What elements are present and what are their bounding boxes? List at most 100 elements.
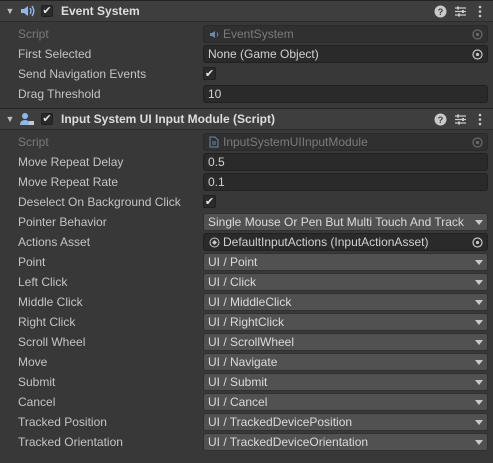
chevron-down-icon[interactable]: ▼ [4,6,16,16]
action-value: UI / RightClick [208,315,285,329]
action-value: UI / Navigate [208,355,278,369]
script-field: EventSystem [203,25,488,43]
drag-threshold-value: 10 [208,87,222,101]
action-dropdown[interactable]: UI / Cancel [203,393,488,411]
module-script-field: InputSystemUIInputModule [203,133,488,151]
action-label: Submit [18,375,56,389]
event-system-title: Event System [61,4,140,18]
action-dropdown[interactable]: UI / ScrollWheel [203,333,488,351]
event-system-header[interactable]: ▼ ✔ Event System ? [0,0,493,22]
drag-threshold-input[interactable]: 10 [203,85,488,103]
chevron-down-icon [474,397,484,407]
action-dropdown[interactable]: UI / MiddleClick [203,293,488,311]
first-selected-label: First Selected [18,47,92,61]
pointer-behavior-label: Pointer Behavior [18,215,107,229]
action-dropdown[interactable]: UI / RightClick [203,313,488,331]
object-picker-icon[interactable] [471,236,483,248]
chevron-down-icon [474,337,484,347]
actions-asset-label: Actions Asset [18,235,91,249]
action-value: UI / Cancel [208,395,268,409]
drag-threshold-label: Drag Threshold [18,87,101,101]
deselect-background-row: Deselect On Background Click ✔ [0,192,493,212]
action-label: Cancel [18,395,56,409]
action-row: Middle Click UI / MiddleClick [0,292,493,312]
action-row: Point UI / Point [0,252,493,272]
action-row: Move UI / Navigate [0,352,493,372]
action-label: Tracked Orientation [18,435,123,449]
first-selected-field[interactable]: None (Game Object) [203,45,488,63]
module-script-label: Script [18,135,49,149]
move-repeat-rate-row: Move Repeat Rate 0.1 [0,172,493,192]
chevron-down-icon [474,297,484,307]
deselect-background-label: Deselect On Background Click [18,195,181,209]
input-module-header[interactable]: ▼ ✔ Input System UI Input Module (Script… [0,108,493,130]
script-icon [208,28,220,40]
action-label: Point [18,255,46,269]
pointer-behavior-value: Single Mouse Or Pen But Multi Touch And … [208,215,464,229]
action-value: UI / TrackedDevicePosition [208,415,353,429]
send-navigation-label: Send Navigation Events [18,67,147,81]
help-icon[interactable]: ? [433,3,447,19]
object-picker-icon[interactable] [471,48,483,60]
presets-icon[interactable] [453,3,467,19]
pointer-behavior-row: Pointer Behavior Single Mouse Or Pen But… [0,212,493,232]
action-dropdown[interactable]: UI / TrackedDevicePosition [203,413,488,431]
script-value: EventSystem [223,27,294,41]
action-row: Left Click UI / Click [0,272,493,292]
action-value: UI / Submit [208,375,268,389]
chevron-down-icon [474,257,484,267]
action-dropdown[interactable]: UI / Submit [203,373,488,391]
chevron-down-icon [474,317,484,327]
action-dropdown[interactable]: UI / Point [203,253,488,271]
action-dropdown[interactable]: UI / Click [203,273,488,291]
move-repeat-delay-row: Move Repeat Delay 0.5 [0,152,493,172]
chevron-down-icon [474,357,484,367]
script-file-icon [208,136,220,148]
kebab-menu-icon[interactable] [473,111,487,127]
action-label: Tracked Position [18,415,107,429]
actions-asset-row: Actions Asset DefaultInputActions (Input… [0,232,493,252]
chevron-down-icon [474,277,484,287]
move-repeat-rate-value: 0.1 [208,175,225,189]
object-picker-icon [471,28,483,40]
send-navigation-checkbox[interactable]: ✔ [203,67,216,80]
chevron-down-icon [474,217,484,227]
presets-icon[interactable] [453,111,467,127]
action-dropdown[interactable]: UI / TrackedDeviceOrientation [203,433,488,451]
action-row: Scroll Wheel UI / ScrollWheel [0,332,493,352]
action-label: Move [18,355,48,369]
pointer-behavior-dropdown[interactable]: Single Mouse Or Pen But Multi Touch And … [203,213,488,231]
drag-threshold-row: Drag Threshold 10 [0,84,493,104]
send-navigation-row: Send Navigation Events ✔ [0,64,493,84]
object-picker-icon [471,136,483,148]
action-value: UI / ScrollWheel [208,335,295,349]
svg-text:?: ? [437,115,443,125]
action-dropdown[interactable]: UI / Navigate [203,353,488,371]
move-repeat-rate-input[interactable]: 0.1 [203,173,488,191]
actions-asset-field[interactable]: DefaultInputActions (InputActionAsset) [203,233,488,251]
svg-text:?: ? [437,7,443,17]
action-label: Right Click [18,315,76,329]
event-system-enabled-checkbox[interactable]: ✔ [41,5,53,17]
action-row: Submit UI / Submit [0,372,493,392]
script-label: Script [18,27,49,41]
kebab-menu-icon[interactable] [473,3,487,19]
action-row: Tracked Position UI / TrackedDevicePositi… [0,412,493,432]
chevron-down-icon[interactable]: ▼ [4,114,16,124]
move-repeat-delay-input[interactable]: 0.5 [203,153,488,171]
help-icon[interactable]: ? [433,111,447,127]
input-module-enabled-checkbox[interactable]: ✔ [41,113,53,125]
first-selected-value: None (Game Object) [208,47,319,61]
move-repeat-delay-label: Move Repeat Delay [18,155,124,169]
script-row: Script EventSystem [0,24,493,44]
deselect-background-checkbox[interactable]: ✔ [203,195,216,208]
action-label: Left Click [18,275,68,289]
action-value: UI / TrackedDeviceOrientation [208,435,369,449]
action-row: Tracked Orientation UI / TrackedDeviceOri… [0,432,493,452]
action-value: UI / Click [208,275,256,289]
input-actions-asset-icon [208,236,220,248]
module-script-row: Script InputSystemUIInputModule [0,132,493,152]
chevron-down-icon [474,417,484,427]
action-label: Scroll Wheel [18,335,86,349]
first-selected-row: First Selected None (Game Object) [0,44,493,64]
